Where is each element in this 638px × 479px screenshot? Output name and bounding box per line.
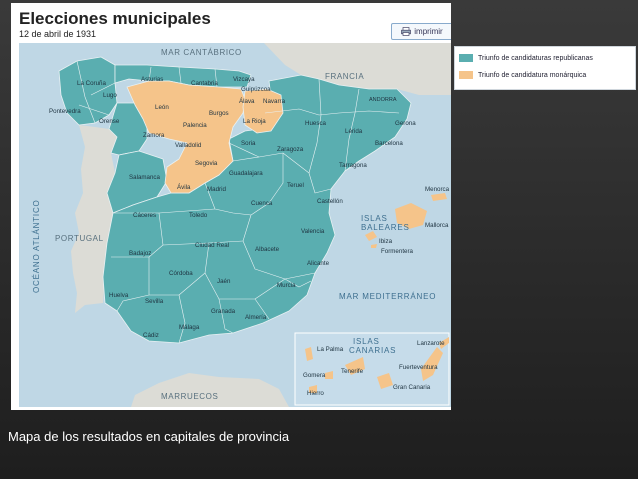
label-province: Málaga: [179, 324, 200, 331]
label-province: Soria: [241, 140, 256, 147]
label-province: Gerona: [395, 120, 416, 127]
map-panel: Elecciones municipales 12 de abril de 19…: [11, 3, 451, 410]
label-province: Salamanca: [129, 174, 161, 181]
map-title: Elecciones municipales: [19, 9, 211, 28]
map-date: 12 de abril de 1931: [19, 29, 97, 39]
label-province: Badajoz: [129, 250, 151, 257]
printer-icon: [401, 27, 412, 36]
label-province: La Rioja: [243, 118, 266, 125]
label-province: Ibiza: [379, 238, 393, 245]
label-province: Tenerife: [341, 368, 364, 375]
label-islas-baleares-1: ISLAS: [361, 214, 388, 223]
slide-background: Elecciones municipales 12 de abril de 19…: [0, 0, 638, 479]
label-province: Tarragona: [339, 162, 367, 169]
legend-label-monarchist: Triunfo de candidatura monárquica: [478, 71, 587, 79]
label-province: Palencia: [183, 122, 207, 129]
legend: Triunfo de candidaturas republicanas Tri…: [454, 46, 636, 90]
label-province: Segovia: [195, 160, 218, 167]
label-province: Alicante: [307, 260, 330, 267]
label-province: Murcia: [277, 282, 296, 289]
label-province: Albacete: [255, 246, 280, 253]
label-province: León: [155, 104, 169, 111]
label-province: Gran Canaria: [393, 384, 431, 391]
label-islas-baleares-2: BALEARES: [361, 223, 410, 232]
label-province: Cáceres: [133, 212, 156, 219]
label-province: Ciudad Real: [195, 242, 229, 249]
label-province: Lugo: [103, 92, 117, 99]
label-province: Sevilla: [145, 298, 164, 305]
label-province: Huesca: [305, 120, 327, 127]
label-province: Valencia: [301, 228, 325, 235]
legend-swatch-monarchist: [459, 71, 473, 79]
label-islas-canarias-2: CANARIAS: [349, 346, 396, 355]
print-button[interactable]: imprimir: [391, 23, 451, 40]
legend-label-republican: Triunfo de candidaturas republicanas: [478, 54, 593, 62]
label-province: Zaragoza: [277, 146, 304, 153]
label-province: Orense: [99, 118, 120, 125]
legend-swatch-republican: [459, 54, 473, 62]
slide-caption: Mapa de los resultados en capitales de p…: [8, 429, 290, 444]
label-mar-cantabrico: MAR CANTÁBRICO: [161, 48, 242, 57]
label-province: Menorca: [425, 186, 450, 193]
spain-map: MAR CANTÁBRICO FRANCIA ANDORRA PORTUGAL …: [19, 43, 451, 407]
legend-item-republican: Triunfo de candidaturas republicanas: [459, 54, 593, 62]
label-province: Jaén: [217, 278, 231, 285]
label-province: Teruel: [287, 182, 304, 189]
label-mar-mediterraneo: MAR MEDITERRÁNEO: [339, 292, 436, 301]
label-province: Pontevedra: [49, 108, 81, 115]
label-province: Lérida: [345, 128, 363, 135]
label-province: Almería: [245, 314, 267, 321]
label-andorra: ANDORRA: [369, 97, 397, 103]
label-islas-canarias-1: ISLAS: [353, 337, 380, 346]
label-province: Toledo: [189, 212, 208, 219]
label-province: Navarra: [263, 98, 286, 105]
print-label: imprimir: [414, 27, 443, 36]
label-province: Álava: [239, 98, 255, 105]
label-province: Guadalajara: [229, 170, 263, 177]
label-oceano-atlantico: OCÉANO ATLÁNTICO: [32, 199, 41, 293]
label-province: Madrid: [207, 186, 226, 193]
label-province: Mallorca: [425, 222, 449, 229]
label-province: Zamora: [143, 132, 165, 139]
label-province: Cantabria: [191, 80, 218, 87]
label-province: Fuerteventura: [399, 364, 438, 371]
label-province: Barcelona: [375, 140, 403, 147]
label-province: La Palma: [317, 346, 344, 353]
label-province: Lanzarote: [417, 340, 445, 347]
label-province: Valladolid: [175, 142, 202, 149]
label-province: Guipúzcoa: [241, 86, 271, 93]
label-province: Hierro: [307, 390, 324, 397]
label-portugal: PORTUGAL: [55, 234, 104, 243]
label-province: Huelva: [109, 292, 129, 299]
label-province: Formentera: [381, 248, 414, 255]
label-province: Córdoba: [169, 270, 193, 277]
label-province: Granada: [211, 308, 236, 315]
label-province: Burgos: [209, 110, 229, 117]
label-province: Cuenca: [251, 200, 273, 207]
label-province: Castellón: [317, 198, 343, 205]
label-province: Vizcaya: [233, 76, 255, 83]
legend-item-monarchist: Triunfo de candidatura monárquica: [459, 71, 586, 79]
label-province: Cádiz: [143, 332, 159, 339]
label-marruecos: MARRUECOS: [161, 392, 218, 401]
label-province: La Coruña: [77, 80, 106, 87]
label-province: Asturias: [141, 76, 163, 83]
label-province: Ávila: [177, 184, 191, 191]
label-province: Gomera: [303, 372, 326, 379]
label-francia: FRANCIA: [325, 72, 364, 81]
